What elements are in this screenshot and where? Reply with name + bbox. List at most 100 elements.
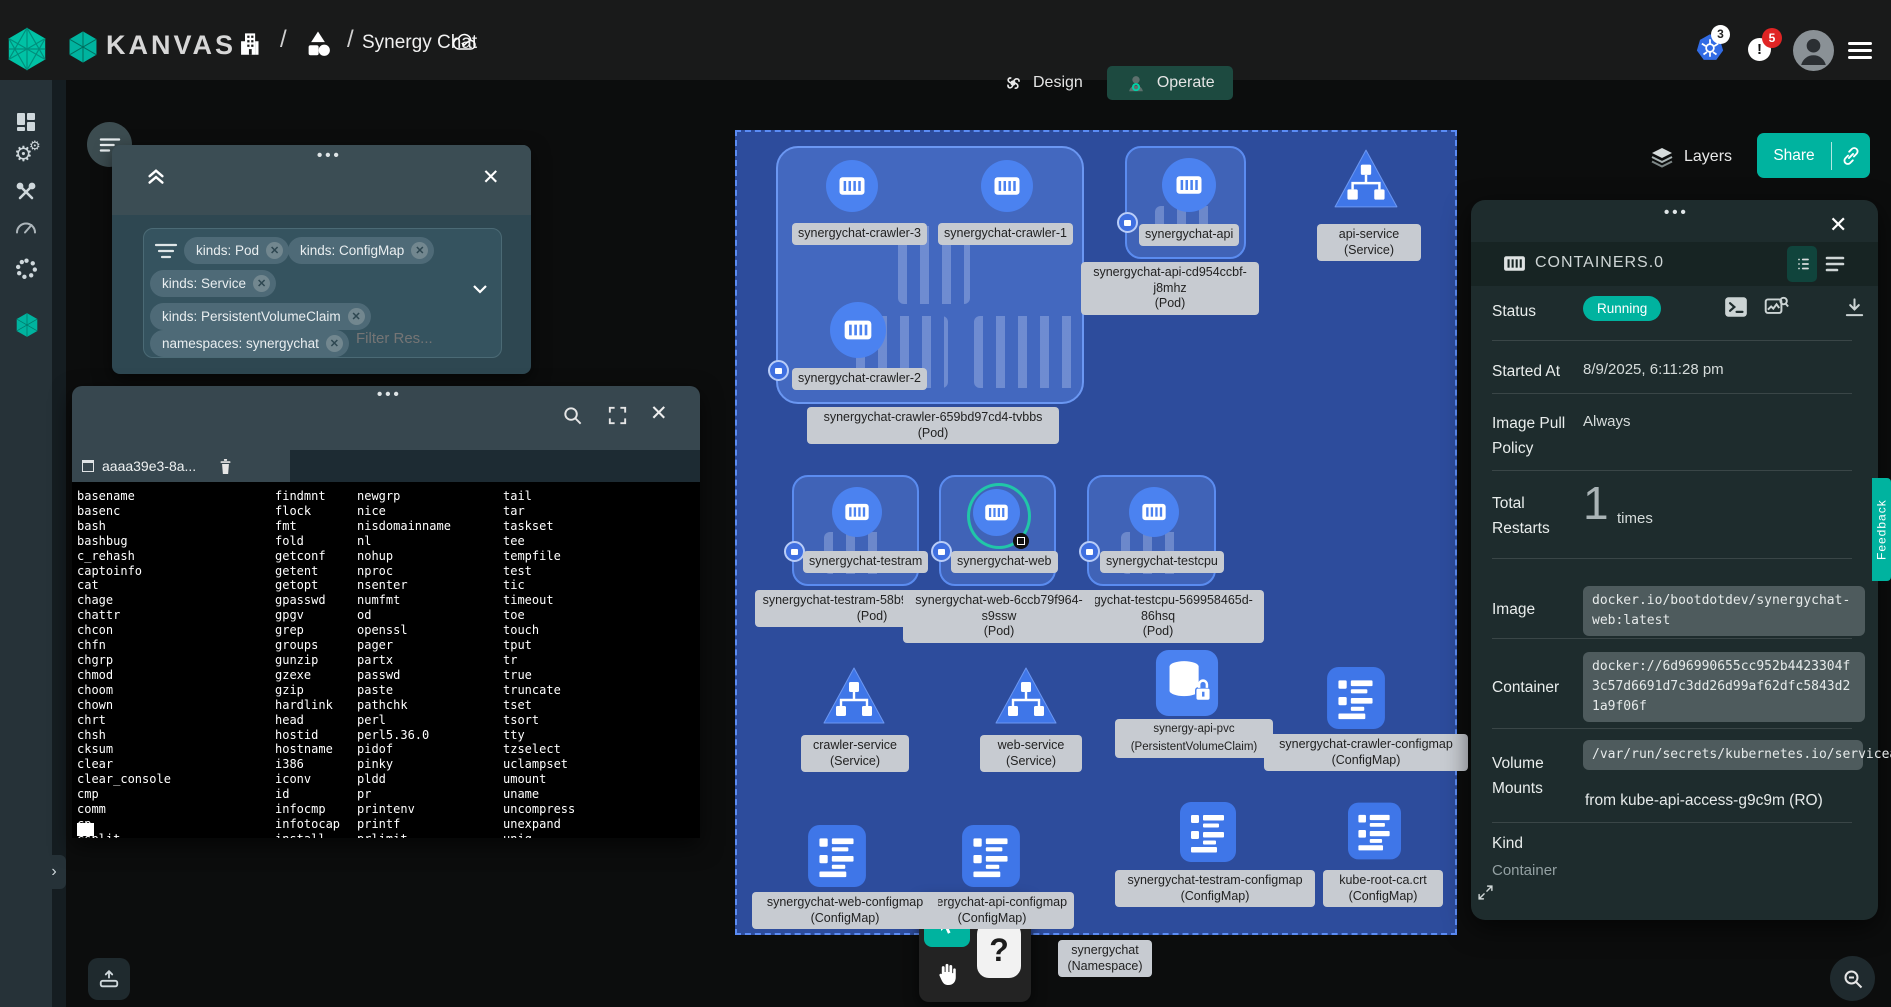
- feedback-tab[interactable]: Feedback: [1872, 478, 1891, 581]
- pod-kind-badge-icon: [931, 541, 952, 562]
- kanvas-logo-icon[interactable]: [66, 30, 100, 64]
- chip-remove-icon[interactable]: ✕: [411, 242, 428, 259]
- close-icon[interactable]: ✕: [482, 165, 500, 190]
- chip-remove-icon[interactable]: ✕: [253, 275, 270, 292]
- toolbox-icon[interactable]: [14, 180, 40, 206]
- container-details-panel: ••• ✕ CONTAINERS.0 Status Running Starte…: [1471, 200, 1878, 920]
- dashboard-icon[interactable]: [14, 110, 40, 136]
- collapse-chevrons-icon[interactable]: [145, 167, 167, 189]
- terminal-output[interactable]: basenamebasencbashbashbugc_rehashcaptoin…: [72, 482, 700, 838]
- filter-chip[interactable]: kinds: Service✕: [150, 270, 276, 297]
- panel-expand-chevron[interactable]: ›: [42, 855, 66, 889]
- pod-node-testcpu[interactable]: synergychat-testcpu: [1087, 475, 1216, 586]
- canvas-selection-region[interactable]: synergychat-crawler-3 synergychat-crawle…: [735, 130, 1457, 935]
- selected-view-toggle[interactable]: [1787, 246, 1817, 282]
- zoom-button[interactable]: [1830, 956, 1875, 1001]
- image-value[interactable]: docker.io/bootdotdev/synergychat-web:lat…: [1583, 586, 1865, 636]
- chip-remove-icon[interactable]: ✕: [266, 242, 283, 259]
- configmap-node-api[interactable]: [962, 825, 1020, 887]
- drawer-toggle-button[interactable]: [88, 958, 130, 1000]
- layers-button[interactable]: Layers: [1650, 145, 1732, 169]
- alerts-icon[interactable]: ! 5: [1748, 38, 1771, 61]
- container-label: synergychat-crawler-1: [938, 223, 1073, 245]
- terminal-header[interactable]: ••• ✕: [72, 386, 700, 450]
- container-icon[interactable]: [826, 160, 878, 212]
- service-node-crawler-service[interactable]: [822, 665, 886, 727]
- organization-icon[interactable]: [236, 30, 263, 57]
- copy-link-icon[interactable]: [1832, 146, 1870, 166]
- kubernetes-context-icon[interactable]: 3: [1695, 33, 1725, 63]
- total-restarts-label: Total Restarts: [1492, 492, 1562, 542]
- filter-chip[interactable]: kinds: PersistentVolumeClaim✕: [150, 303, 371, 330]
- filter-chip[interactable]: namespaces: synergychat✕: [150, 330, 349, 357]
- container-icon[interactable]: [1129, 487, 1179, 537]
- tab-design-label: Design: [1033, 74, 1083, 92]
- container-icon[interactable]: [1162, 158, 1216, 212]
- meshery-rail-icon[interactable]: [14, 312, 40, 338]
- pod-node-web[interactable]: synergychat-web: [939, 475, 1056, 586]
- container-label: synergychat-web: [951, 551, 1058, 573]
- dock-icon: [98, 968, 120, 990]
- container-action-badge-icon[interactable]: [1013, 533, 1029, 549]
- resource-label: synergychat-api-cd954ccbf-j8mhz(Pod): [1081, 262, 1259, 315]
- chip-remove-icon[interactable]: ✕: [326, 335, 343, 352]
- service-node-api-service[interactable]: [1333, 148, 1399, 210]
- image-inspect-icon[interactable]: [1763, 294, 1789, 320]
- container-label: synergychat-crawler-3: [792, 223, 927, 245]
- question-glyph: ?: [977, 922, 1021, 978]
- patterns-icon[interactable]: [14, 256, 40, 282]
- container-label: synergychat-testram: [803, 551, 928, 573]
- open-terminal-icon[interactable]: [1723, 294, 1749, 320]
- container-icon[interactable]: [981, 160, 1033, 212]
- tab-design[interactable]: Design: [985, 66, 1101, 100]
- volume-mount-path-value[interactable]: /var/run/secrets/kubernetes.io/serviceac…: [1583, 740, 1863, 770]
- share-button[interactable]: Share: [1757, 133, 1870, 178]
- chip-remove-icon[interactable]: ✕: [348, 308, 365, 325]
- meshery-logo-icon[interactable]: [4, 26, 50, 72]
- pan-tool-button[interactable]: [924, 951, 970, 997]
- terminal-window: ••• ✕ aaaa39e3-8a... basenamebasencbashb…: [72, 386, 700, 838]
- panel-title: CONTAINERS.0: [1535, 254, 1664, 272]
- drag-handle-icon[interactable]: •••: [317, 153, 342, 159]
- filter-resources-input[interactable]: [354, 329, 468, 348]
- list-view-toggle[interactable]: [1823, 252, 1847, 276]
- avatar[interactable]: [1793, 30, 1834, 71]
- resource-label: crawler-service(Service): [801, 735, 909, 772]
- settings-gears-icon[interactable]: ⚙⚙: [14, 142, 40, 168]
- configmap-node-testram[interactable]: [1180, 802, 1236, 862]
- container-icon[interactable]: [973, 489, 1020, 536]
- drag-handle-icon[interactable]: •••: [1664, 210, 1689, 216]
- menu-icon[interactable]: [1848, 38, 1872, 63]
- service-node-web-service[interactable]: [994, 665, 1058, 727]
- filter-chip[interactable]: kinds: Pod✕: [184, 237, 289, 264]
- designs-icon[interactable]: [303, 28, 333, 60]
- fullscreen-icon[interactable]: [606, 404, 629, 427]
- configmap-node-crawler[interactable]: [1327, 667, 1385, 729]
- search-icon[interactable]: [561, 404, 584, 427]
- performance-gauge-icon[interactable]: [14, 218, 40, 244]
- expand-panel-icon[interactable]: [1477, 884, 1494, 901]
- terminal-session-tab[interactable]: aaaa39e3-8a...: [72, 450, 290, 482]
- container-id-value[interactable]: docker://6d96990655cc952b4423304f3c57d66…: [1583, 652, 1865, 722]
- filter-input-box[interactable]: kinds: Pod✕ kinds: ConfigMap✕ kinds: Ser…: [143, 228, 502, 358]
- resource-label: synergychat-crawler-659bd97cd4-tvbbs(Pod…: [807, 407, 1059, 444]
- container-icon[interactable]: [830, 302, 886, 358]
- container-icon[interactable]: [832, 487, 882, 537]
- drag-handle-icon[interactable]: •••: [377, 392, 402, 398]
- configmap-node-web[interactable]: [808, 825, 866, 887]
- chevron-down-icon[interactable]: [472, 284, 488, 294]
- pod-node-crawler-group[interactable]: synergychat-crawler-3 synergychat-crawle…: [776, 146, 1084, 404]
- pod-node-testram[interactable]: synergychat-testram: [792, 475, 919, 586]
- filter-panel: ••• ✕ kinds: Pod✕ kinds: ConfigMap✕ kind…: [112, 145, 531, 374]
- pvc-node-synergy-api-pvc[interactable]: [1155, 650, 1219, 716]
- configmap-node-kube-root-ca[interactable]: [1348, 802, 1401, 860]
- close-icon[interactable]: ✕: [1829, 212, 1847, 238]
- trash-icon[interactable]: [218, 458, 233, 475]
- close-icon[interactable]: ✕: [650, 401, 668, 426]
- layers-icon: [1650, 145, 1674, 169]
- terminal-column: basenamebasencbashbashbugc_rehashcaptoin…: [77, 489, 171, 838]
- pod-node-api[interactable]: synergychat-api: [1125, 146, 1246, 259]
- download-icon[interactable]: [1843, 296, 1869, 322]
- filter-chip[interactable]: kinds: ConfigMap✕: [288, 237, 434, 264]
- tab-operate[interactable]: Operate: [1107, 66, 1233, 100]
